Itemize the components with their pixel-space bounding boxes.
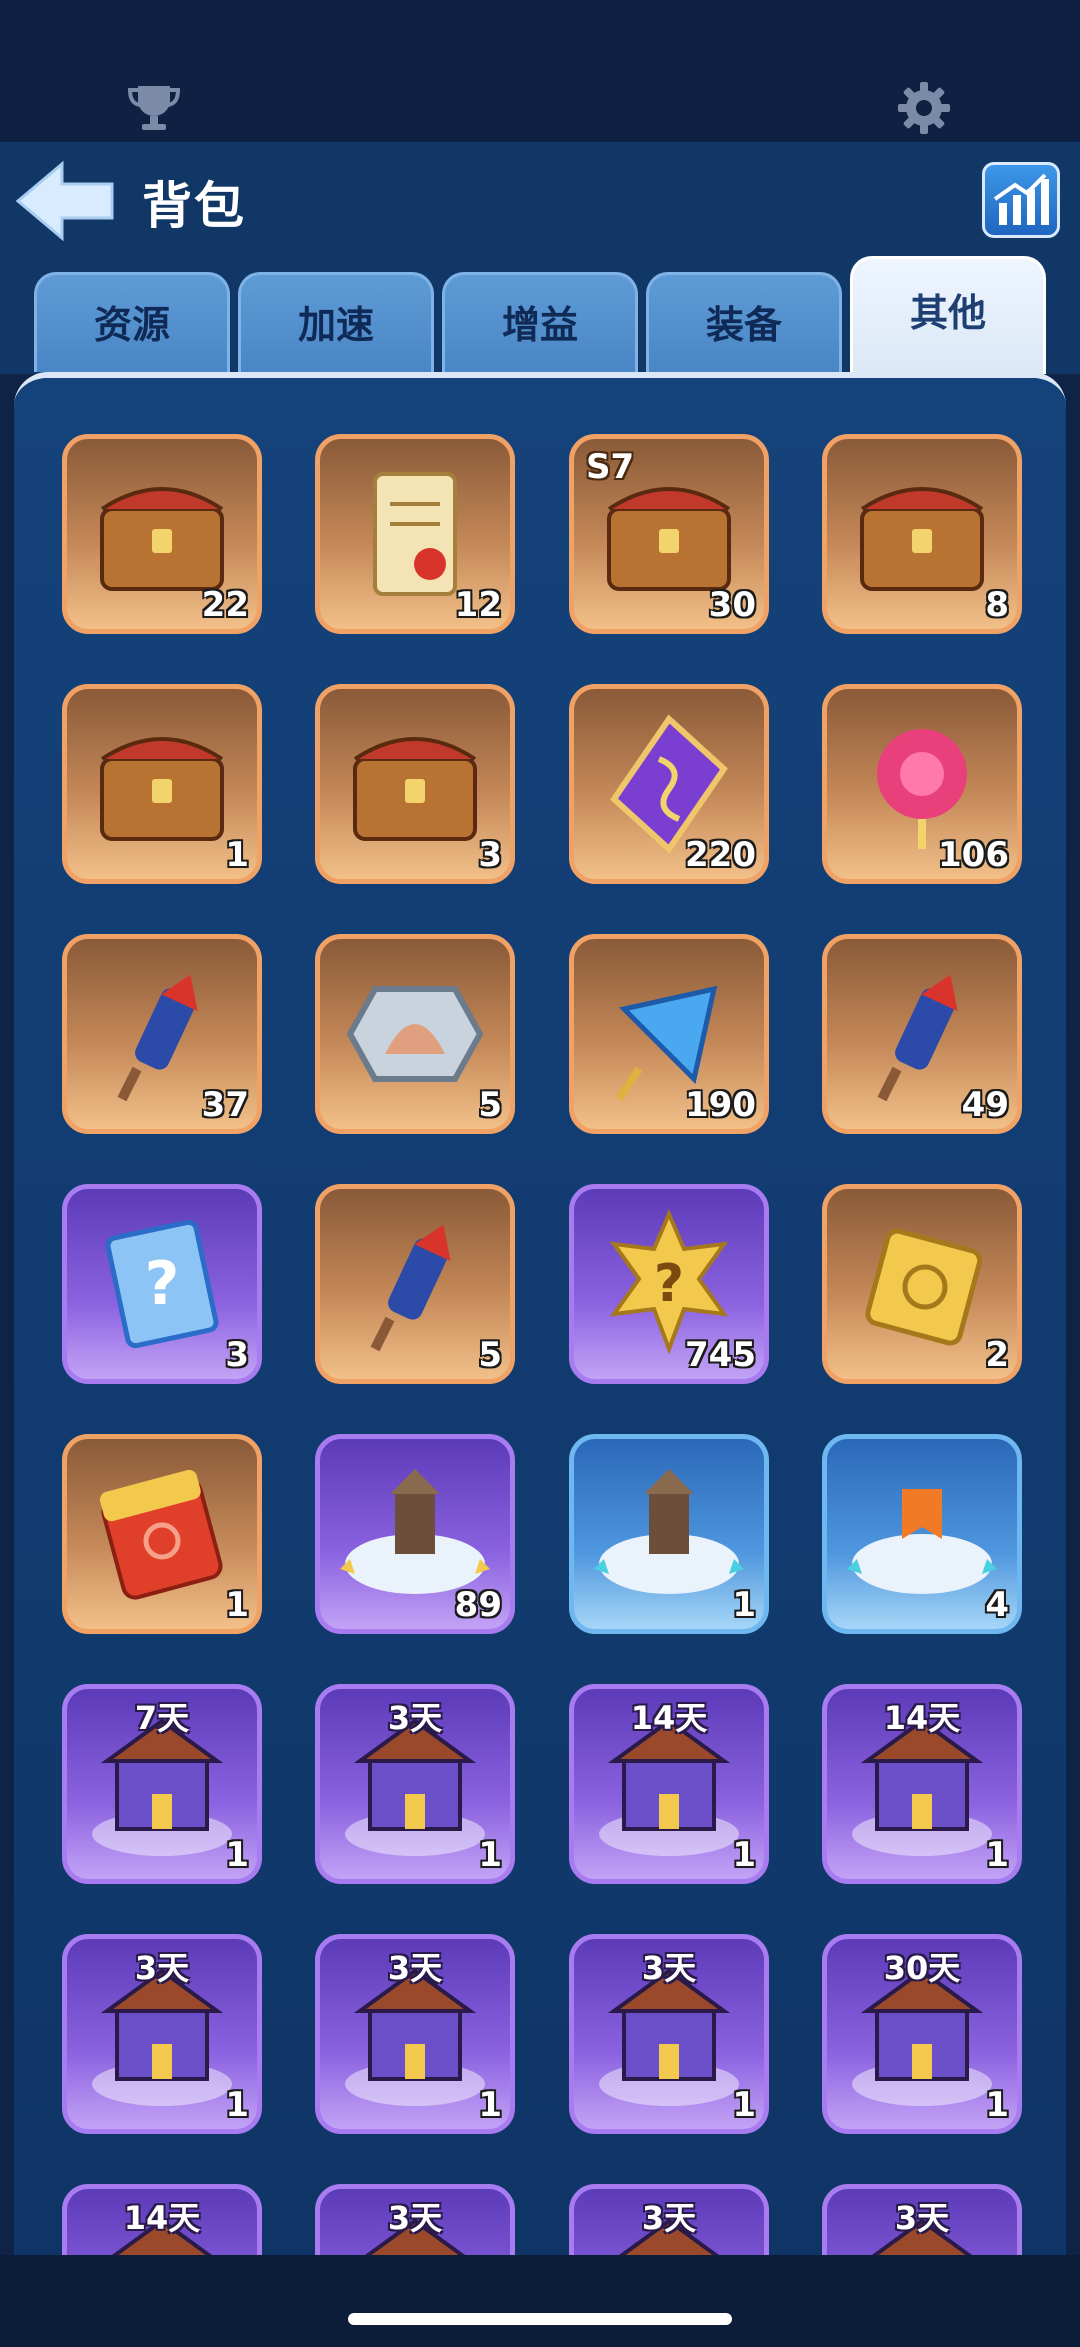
inventory-item[interactable]: 1 (569, 1434, 769, 1634)
inventory-item[interactable]: 220 (569, 684, 769, 884)
tab-equipment[interactable]: 装备 (646, 272, 842, 372)
relocate-tower-icon (594, 1469, 744, 1594)
inventory-item[interactable]: S7 30 (569, 434, 769, 634)
item-count: 8 (985, 585, 1009, 625)
inventory-item[interactable]: ? 745 (569, 1184, 769, 1384)
item-count: 1 (225, 835, 249, 875)
inventory-item[interactable]: 7天 1 (62, 1684, 262, 1884)
inventory-item[interactable]: 3天 1 (315, 1684, 515, 1884)
item-count: 106 (938, 835, 1009, 875)
item-count: 1 (478, 1835, 502, 1875)
item-count: 1 (985, 1835, 1009, 1875)
item-count: 1 (225, 1835, 249, 1875)
item-count: 1 (732, 1835, 756, 1875)
duration-label: 3天 (134, 1949, 190, 1987)
item-count: 12 (454, 585, 502, 625)
inventory-panel: 22 12 S7 30 8 1 3 220 106 37 5 190 49 ? … (14, 372, 1066, 2255)
item-count: 5 (478, 1335, 502, 1375)
inventory-item[interactable]: 3天 (569, 2184, 769, 2255)
duration-label: 30天 (883, 1949, 961, 1987)
inventory-item[interactable]: 3天 1 (62, 1934, 262, 2134)
twin-rockets-icon (370, 1224, 451, 1352)
duration-label: 14天 (630, 1699, 708, 1737)
item-count: 22 (201, 585, 249, 625)
inventory-item[interactable]: 3天 (822, 2184, 1022, 2255)
mystery-card-icon: ? (105, 1219, 219, 1349)
inventory-item[interactable]: 14天 (62, 2184, 262, 2255)
inventory-item[interactable]: 1 (62, 684, 262, 884)
inventory-item[interactable]: 2 (822, 1184, 1022, 1384)
inventory-item[interactable]: 3天 1 (315, 1934, 515, 2134)
item-count: 1 (225, 1585, 249, 1625)
item-count: 4 (985, 1585, 1009, 1625)
inventory-item[interactable]: 14天 1 (569, 1684, 769, 1884)
bar-chart-icon (993, 173, 1049, 225)
tab-boosts[interactable]: 增益 (442, 272, 638, 372)
inventory-item[interactable]: 5 (315, 1184, 515, 1384)
inventory-item[interactable]: 3天 1 (569, 1934, 769, 2134)
svg-text:?: ? (654, 1254, 684, 1314)
item-count: 220 (685, 835, 756, 875)
inventory-item[interactable]: ? 3 (62, 1184, 262, 1384)
duration-label: 7天 (134, 1699, 190, 1737)
tab-resources[interactable]: 资源 (34, 272, 230, 372)
item-count: 1 (478, 2085, 502, 2125)
item-count: 30 (708, 585, 756, 625)
item-count: 49 (961, 1085, 1009, 1125)
season-label: S7 (586, 447, 635, 487)
inventory-item[interactable]: 190 (569, 934, 769, 1134)
item-count: 5 (478, 1085, 502, 1125)
shell-badge-icon (346, 986, 484, 1082)
inventory-item[interactable]: 37 (62, 934, 262, 1134)
item-count: 3 (225, 1335, 249, 1375)
inventory-item[interactable]: 3 (315, 684, 515, 884)
gear-icon[interactable] (894, 78, 954, 138)
relocate-banner-icon (847, 1489, 997, 1594)
inventory-item[interactable]: 49 (822, 934, 1022, 1134)
item-count: 89 (454, 1585, 502, 1625)
wooden-chest-icon (353, 737, 477, 841)
page-title: 背包 (142, 177, 246, 235)
duration-label: 14天 (123, 2199, 201, 2237)
item-count: 745 (685, 1335, 756, 1375)
red-envelope-icon (99, 1469, 223, 1600)
iron-chest-icon (860, 487, 984, 591)
svg-text:?: ? (145, 1249, 180, 1319)
inventory-item[interactable]: 30天 1 (822, 1934, 1022, 2134)
inventory-item[interactable]: 89 (315, 1434, 515, 1634)
duration-label: 3天 (641, 1949, 697, 1987)
duration-label: 3天 (641, 2199, 697, 2237)
inventory-item[interactable]: 1 (62, 1434, 262, 1634)
item-count: 1 (985, 2085, 1009, 2125)
inventory-item[interactable]: 8 (822, 434, 1022, 634)
stats-button[interactable] (982, 162, 1060, 238)
item-count: 2 (985, 1335, 1009, 1375)
inventory-item[interactable]: 4 (822, 1434, 1022, 1634)
tab-other[interactable]: 其他 (850, 256, 1046, 374)
home-indicator[interactable] (348, 2313, 732, 2325)
inventory-item[interactable]: 14天 1 (822, 1684, 1022, 1884)
inventory-item[interactable]: 106 (822, 684, 1022, 884)
item-count: 1 (732, 1585, 756, 1625)
duration-label: 3天 (387, 1699, 443, 1737)
inventory-item[interactable]: 12 (315, 434, 515, 634)
item-count: 37 (201, 1085, 249, 1125)
item-count: 1 (225, 2085, 249, 2125)
duration-label: 3天 (894, 2199, 950, 2237)
golden-ticket-icon (865, 1228, 983, 1346)
inventory-item[interactable]: 22 (62, 434, 262, 634)
duration-label: 3天 (387, 1949, 443, 1987)
inventory-item[interactable]: 5 (315, 934, 515, 1134)
item-count: 3 (478, 835, 502, 875)
trophy-icon[interactable] (124, 78, 184, 138)
back-arrow-icon[interactable] (12, 160, 116, 242)
bottom-bar (0, 2255, 1080, 2347)
duration-label: 3天 (387, 2199, 443, 2237)
item-count: 1 (732, 2085, 756, 2125)
rewards-chest-icon (100, 737, 224, 841)
tab-speedups[interactable]: 加速 (238, 272, 434, 372)
duration-label: 14天 (883, 1699, 961, 1737)
inventory-item[interactable]: 3天 (315, 2184, 515, 2255)
item-count: 190 (685, 1085, 756, 1125)
